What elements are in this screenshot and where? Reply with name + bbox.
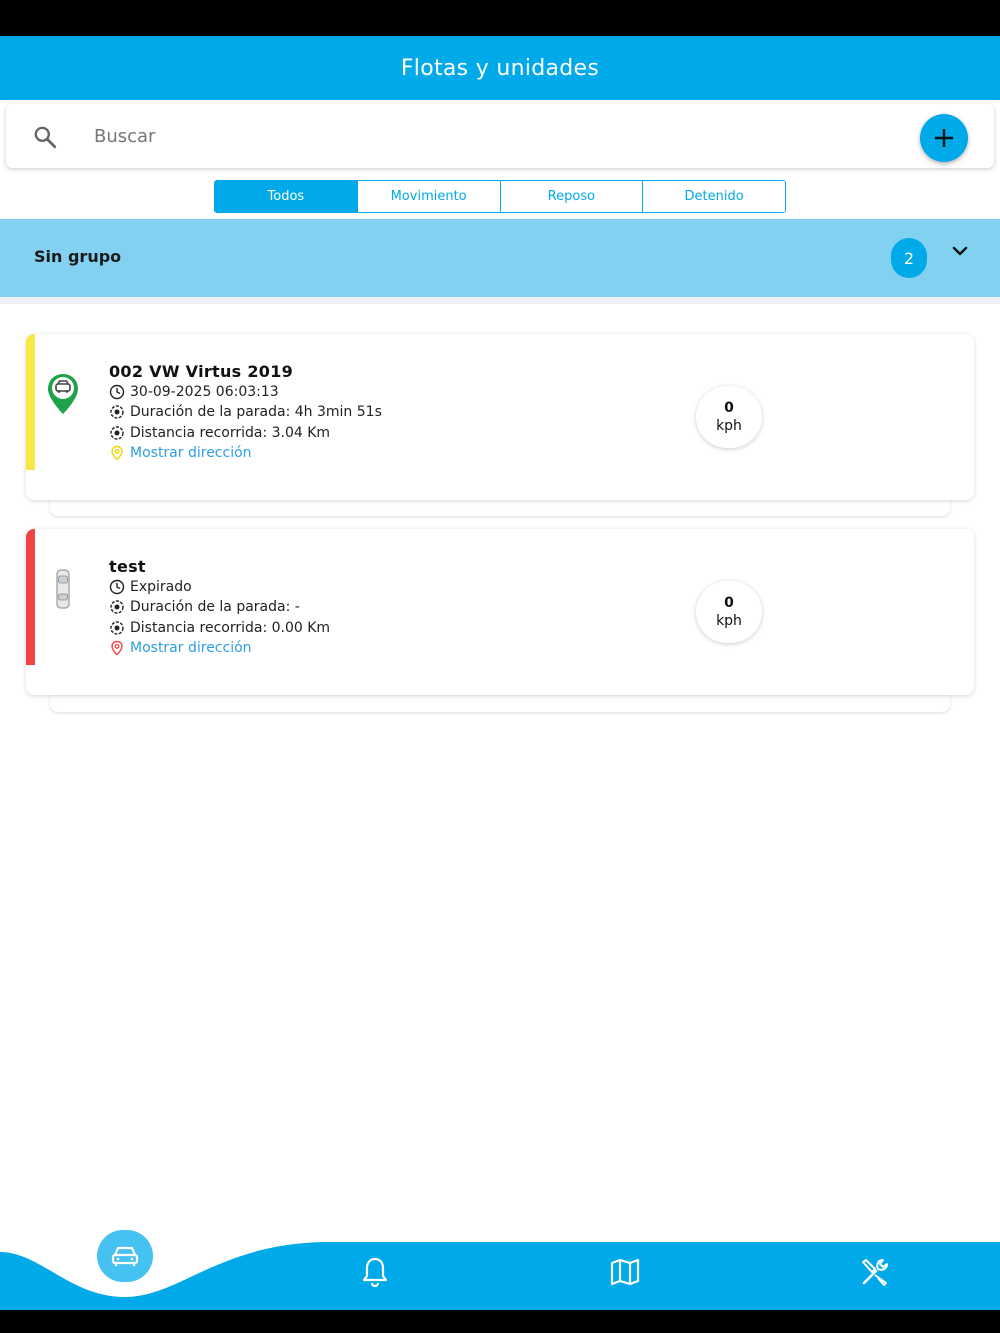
unit-card[interactable]: 002 VW Virtus 2019 30-09-2025 06:03:13 D… xyxy=(26,334,974,500)
speed-unit: kph xyxy=(716,612,742,629)
search-bar xyxy=(6,104,994,168)
unit-stop-duration: Duración de la parada: - xyxy=(130,599,300,615)
clock-icon xyxy=(109,384,125,400)
show-address-link[interactable]: Mostrar dirección xyxy=(109,445,252,461)
speed-value: 0 xyxy=(724,399,734,416)
tab-todos[interactable]: Todos xyxy=(215,181,357,212)
speed-unit: kph xyxy=(716,417,742,434)
search-input[interactable] xyxy=(94,116,874,156)
location-target-icon xyxy=(110,621,124,635)
location-target-icon xyxy=(110,600,124,614)
car-top-view-icon xyxy=(56,569,70,609)
unit-time: 30-09-2025 06:03:13 xyxy=(130,384,279,400)
show-address-link[interactable]: Mostrar dirección xyxy=(109,640,252,656)
show-address-label: Mostrar dirección xyxy=(130,640,252,656)
unit-time-row: 30-09-2025 06:03:13 xyxy=(109,384,279,400)
unit-time-row: Expirado xyxy=(109,579,192,595)
green-map-pin-car-icon xyxy=(48,374,78,414)
nav-units-button[interactable] xyxy=(97,1230,153,1282)
add-unit-button[interactable] xyxy=(920,114,968,162)
car-icon xyxy=(111,1246,139,1266)
unit-stop-row: Duración de la parada: 4h 3min 51s xyxy=(109,404,382,420)
search-icon xyxy=(34,126,57,149)
unit-card[interactable]: test Expirado Duración de la parada: - D… xyxy=(26,529,974,695)
group-header[interactable]: Sin grupo xyxy=(0,219,1000,297)
group-title: Sin grupo xyxy=(34,247,122,266)
card-shadow xyxy=(50,696,950,712)
page-title: Flotas y unidades xyxy=(400,55,600,81)
speed-value: 0 xyxy=(724,594,734,611)
nav-tools-button[interactable] xyxy=(855,1252,895,1292)
bell-icon xyxy=(362,1257,388,1288)
location-target-icon xyxy=(110,426,124,440)
location-target-icon xyxy=(110,405,124,419)
group-divider xyxy=(0,297,1000,304)
status-strip xyxy=(26,334,35,470)
speed-badge: 0 kph xyxy=(696,581,762,643)
bottom-navigation xyxy=(0,1222,1000,1310)
app-header: Flotas y unidades xyxy=(0,36,1000,100)
unit-distance: Distancia recorrida: 0.00 Km xyxy=(130,620,331,636)
status-bar xyxy=(0,0,1000,36)
unit-name: 002 VW Virtus 2019 xyxy=(109,362,294,381)
clock-icon xyxy=(109,579,125,595)
show-address-label: Mostrar dirección xyxy=(130,445,252,461)
unit-distance: Distancia recorrida: 3.04 Km xyxy=(130,425,331,441)
plus-icon xyxy=(935,129,953,147)
map-pin-icon xyxy=(111,445,123,461)
status-strip xyxy=(26,529,35,665)
unit-stop-duration: Duración de la parada: 4h 3min 51s xyxy=(130,404,382,420)
unit-distance-row: Distancia recorrida: 0.00 Km xyxy=(109,620,330,636)
map-icon xyxy=(610,1258,640,1286)
filter-tabs: Todos Movimiento Reposo Detenido xyxy=(214,180,786,213)
card-shadow xyxy=(50,500,950,516)
chevron-down-icon[interactable] xyxy=(950,242,970,260)
unit-time: Expirado xyxy=(130,579,192,595)
tab-movimiento[interactable]: Movimiento xyxy=(356,181,500,212)
tab-reposo[interactable]: Reposo xyxy=(499,181,643,212)
map-pin-icon xyxy=(111,640,123,656)
tools-icon xyxy=(862,1259,888,1286)
unit-name: test xyxy=(109,557,146,576)
nav-map-button[interactable] xyxy=(605,1252,645,1292)
speed-badge: 0 kph xyxy=(696,386,762,448)
unit-stop-row: Duración de la parada: - xyxy=(109,599,300,615)
tab-detenido[interactable]: Detenido xyxy=(642,181,785,212)
unit-distance-row: Distancia recorrida: 3.04 Km xyxy=(109,425,330,441)
nav-alerts-button[interactable] xyxy=(355,1252,395,1292)
group-count-badge: 2 xyxy=(891,238,927,278)
home-indicator-area xyxy=(0,1310,1000,1333)
